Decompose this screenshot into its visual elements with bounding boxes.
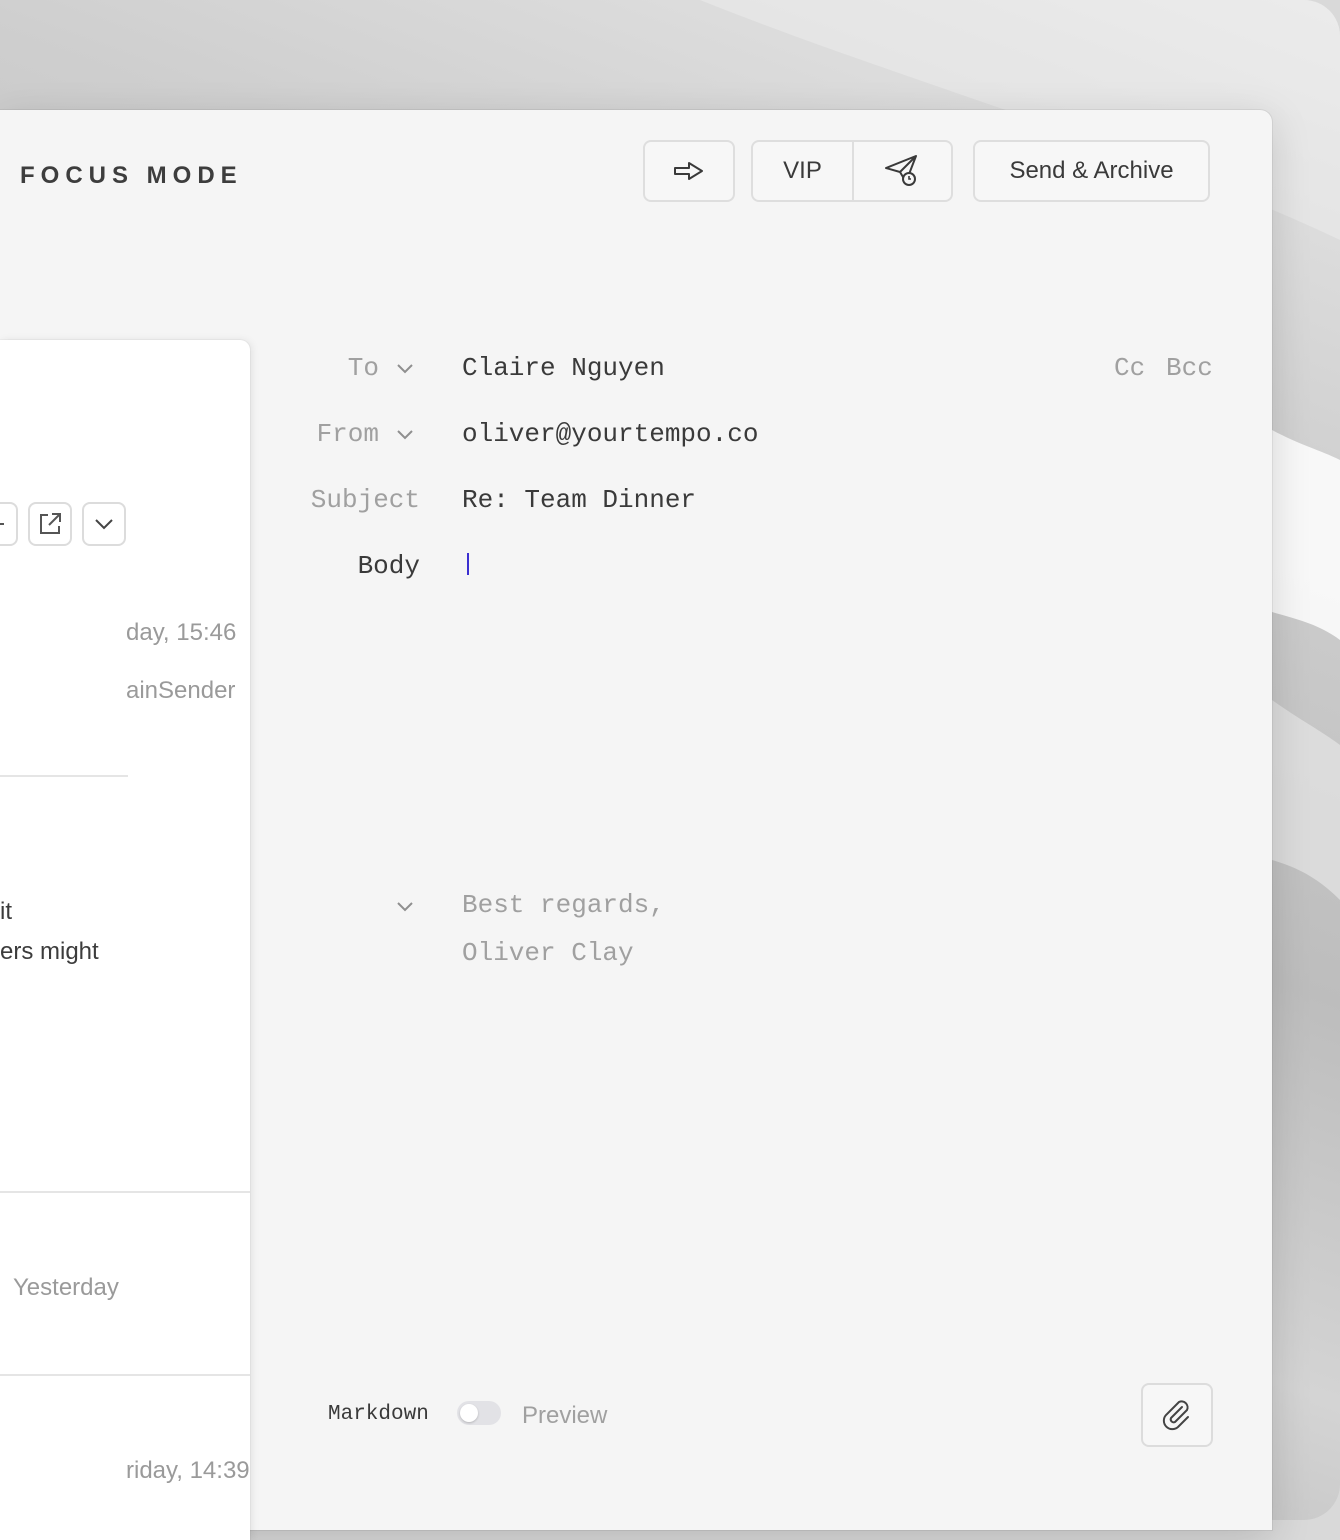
vip-send-later-group: VIP <box>751 140 953 202</box>
markdown-label: Markdown <box>328 1403 429 1426</box>
subject-label: Subject <box>310 485 420 515</box>
chevron-down-icon[interactable] <box>396 363 414 374</box>
paperclip-icon <box>1162 1400 1189 1431</box>
from-label[interactable]: From <box>317 419 379 449</box>
toggle-knob <box>460 1404 478 1422</box>
markdown-preview-toggle[interactable] <box>457 1401 501 1425</box>
attach-button[interactable] <box>1141 1383 1213 1447</box>
cc-button[interactable]: Cc <box>1114 353 1145 383</box>
bcc-button[interactable]: Bcc <box>1166 353 1213 383</box>
thread-panel: day, 15:46 ainSender it ers might Yester… <box>0 340 250 1540</box>
open-external-button[interactable] <box>28 502 72 546</box>
text-cursor <box>467 553 469 575</box>
signature-line: Best regards, <box>462 890 665 920</box>
expand-button[interactable] <box>82 502 126 546</box>
reply-button[interactable] <box>0 502 18 546</box>
to-value[interactable]: Claire Nguyen <box>462 353 665 383</box>
forward-arrow-icon <box>674 162 703 180</box>
from-value[interactable]: oliver@yourtempo.co <box>462 419 758 449</box>
body-editor[interactable] <box>462 551 1212 851</box>
compose-window: FOCUS MODE VIP Send & Archive day, 15:46… <box>0 110 1272 1540</box>
preview-label: Preview <box>522 1402 608 1429</box>
send-later-button[interactable] <box>854 142 951 200</box>
focus-mode-title: FOCUS MODE <box>20 162 243 189</box>
message-body-line: ers might <box>0 938 99 965</box>
forward-button[interactable] <box>643 140 735 202</box>
subject-input[interactable]: Re: Team Dinner <box>462 485 696 515</box>
message-body-line: it <box>0 898 12 925</box>
message-date: day, 15:46 <box>126 619 237 646</box>
thread-divider <box>0 1374 250 1376</box>
thread-item-date[interactable]: riday, 14:39 <box>126 1457 250 1485</box>
send-and-archive-button[interactable]: Send & Archive <box>973 140 1210 202</box>
signature-line: Oliver Clay <box>462 938 634 968</box>
chevron-down-icon <box>95 519 113 530</box>
message-sender: ainSender <box>126 677 236 704</box>
chevron-down-icon[interactable] <box>396 429 414 440</box>
thread-divider <box>0 1191 250 1193</box>
divider <box>0 775 128 777</box>
thread-item-date[interactable]: Yesterday <box>13 1274 119 1302</box>
external-link-icon <box>40 513 61 534</box>
body-label: Body <box>357 551 420 581</box>
vip-button[interactable]: VIP <box>753 142 854 200</box>
send-later-icon <box>885 155 918 186</box>
signature-chevron-icon[interactable] <box>396 901 414 912</box>
reply-icon <box>0 523 4 525</box>
to-label[interactable]: To <box>348 353 379 383</box>
